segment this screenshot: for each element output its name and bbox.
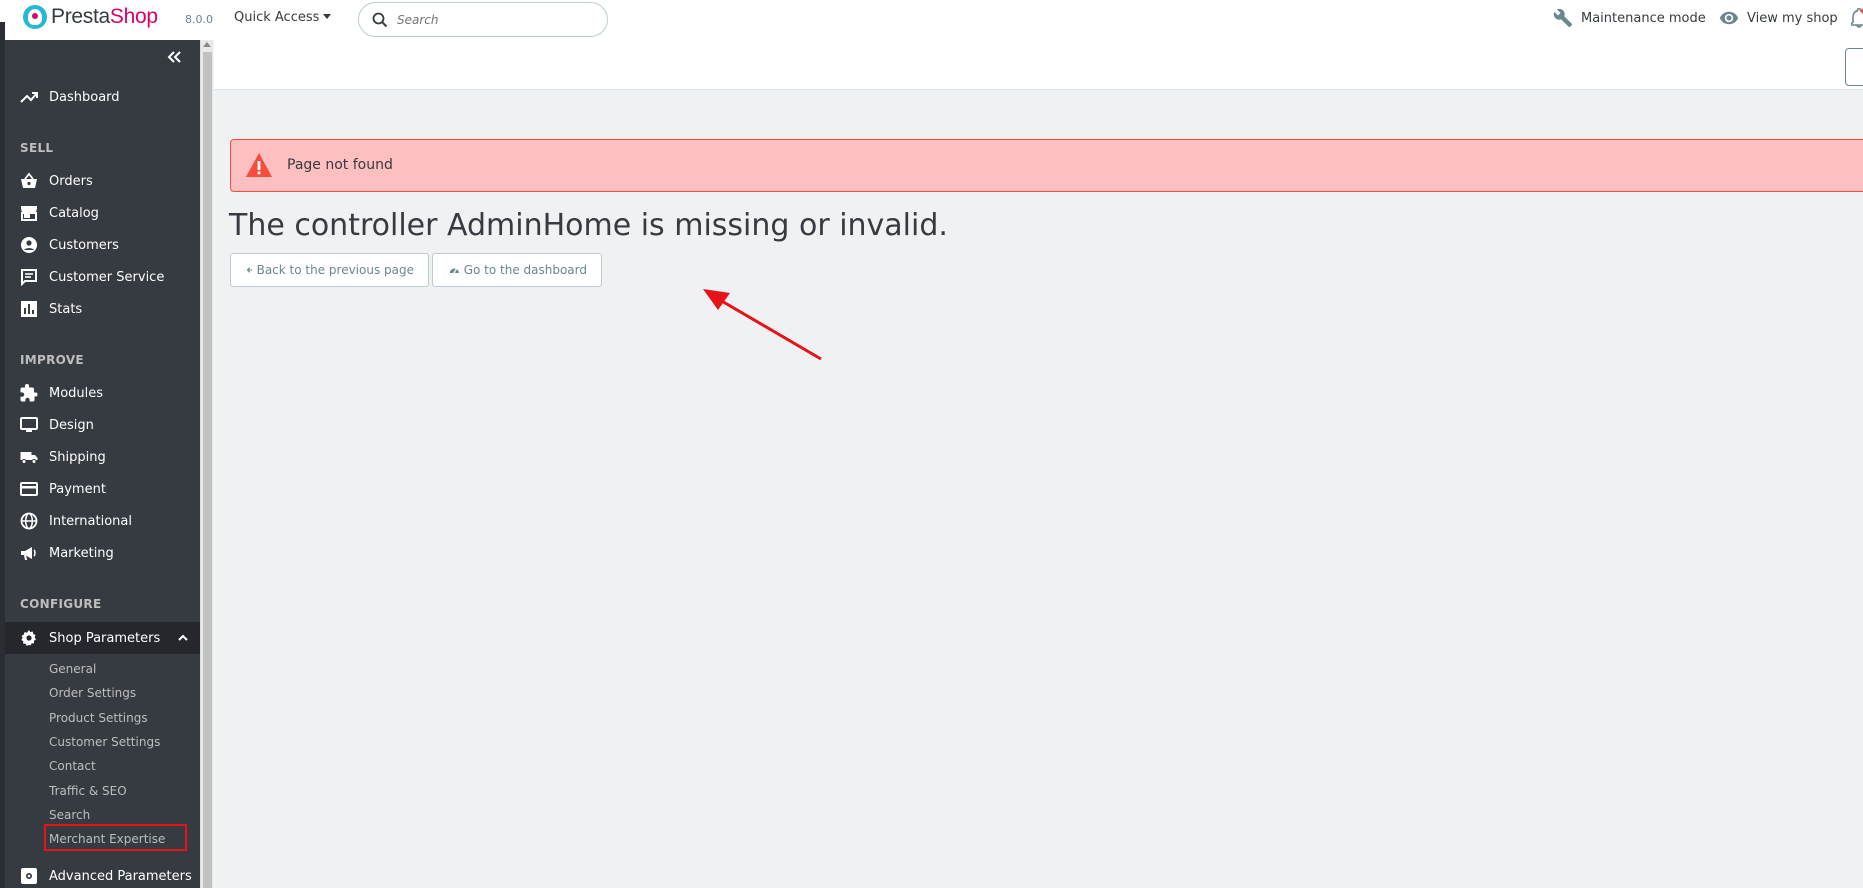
quick-access-label: Quick Access	[234, 10, 320, 25]
sidebar-item-label: Dashboard	[49, 89, 120, 105]
trending-up-icon	[20, 92, 38, 103]
basket-icon	[21, 172, 37, 188]
credit-card-icon	[20, 482, 38, 496]
account-circle-icon	[21, 237, 37, 253]
megaphone-icon	[21, 547, 36, 560]
settings-applications-icon	[21, 868, 37, 884]
sidebar-item-customer-service[interactable]: Customer Service	[5, 262, 200, 292]
section-title-configure: CONFIGURE	[20, 597, 102, 611]
sidebar-item-label: Catalog	[49, 205, 99, 221]
sidebar-item-orders[interactable]: Orders	[5, 166, 200, 196]
sidebar: Dashboard SELL Orders Catalog Customers …	[5, 40, 200, 888]
puffin-logo-icon	[23, 5, 47, 29]
prestashop-logo[interactable]: PrestaShop	[23, 5, 158, 29]
error-title: The controller AdminHome is missing or i…	[229, 208, 948, 243]
logo-text-presta: Presta	[51, 5, 110, 28]
sidebar-item-label: Marketing	[49, 545, 114, 561]
sidebar-item-modules[interactable]: Modules	[5, 378, 200, 408]
sidebar-item-international[interactable]: International	[5, 506, 200, 536]
error-alert: Page not found	[230, 139, 1863, 192]
notifications-bell-icon[interactable]	[1851, 8, 1863, 28]
sidebar-item-stats[interactable]: Stats	[5, 294, 200, 324]
sidebar-item-label: Stats	[49, 301, 83, 317]
arrow-left-icon	[247, 267, 253, 273]
submenu-item-general[interactable]: General	[49, 662, 96, 676]
sidebar-item-label: Design	[49, 417, 94, 433]
section-title-improve: IMPROVE	[20, 353, 84, 367]
sidebar-item-payment[interactable]: Payment	[5, 474, 200, 504]
view-my-shop-label: View my shop	[1747, 10, 1838, 26]
store-icon	[21, 206, 37, 221]
alert-message: Page not found	[287, 157, 393, 173]
chat-icon	[21, 269, 37, 286]
back-to-previous-page-button[interactable]: Back to the previous page	[230, 253, 429, 287]
search-input[interactable]	[397, 11, 597, 29]
sidebar-item-catalog[interactable]: Catalog	[5, 198, 200, 228]
submenu-item-contact[interactable]: Contact	[49, 759, 96, 773]
sidebar-item-dashboard[interactable]: Dashboard	[5, 82, 200, 112]
dashboard-button-label: Go to the dashboard	[463, 263, 587, 277]
sidebar-item-shop-parameters[interactable]: Shop Parameters	[5, 622, 200, 654]
page-header-toolbar	[214, 40, 1863, 90]
quick-access-dropdown[interactable]: Quick Access	[234, 10, 332, 25]
sidebar-item-label: International	[49, 513, 132, 529]
sidebar-item-label: Payment	[49, 481, 106, 497]
version-label: 8.0.0	[185, 13, 213, 26]
top-bar: PrestaShop 8.0.0 Quick Access Maintenanc…	[0, 0, 1863, 40]
submenu-item-search[interactable]: Search	[49, 808, 90, 822]
sidebar-item-label: Modules	[49, 385, 104, 401]
maintenance-mode-link[interactable]: Maintenance mode	[1553, 8, 1706, 28]
search-box[interactable]	[358, 2, 608, 37]
sidebar-item-customers[interactable]: Customers	[5, 230, 200, 260]
header-toolbar-button[interactable]	[1845, 48, 1863, 86]
logo-text-shop: Shop	[109, 5, 158, 28]
sidebar-item-marketing[interactable]: Marketing	[5, 538, 200, 568]
sidebar-item-design[interactable]: Design	[5, 410, 200, 440]
puzzle-icon	[20, 384, 38, 402]
submenu-item-product-settings[interactable]: Product Settings	[49, 711, 148, 725]
sidebar-item-shipping[interactable]: Shipping	[5, 442, 200, 472]
chevron-up-icon	[178, 634, 188, 641]
maintenance-mode-label: Maintenance mode	[1581, 10, 1706, 26]
warning-icon	[246, 153, 272, 177]
sidebar-item-label: Customers	[49, 237, 119, 253]
scroll-up-arrow-icon[interactable]	[203, 42, 211, 47]
eye-icon	[1719, 11, 1739, 25]
sidebar-item-advanced-parameters[interactable]: Advanced Parameters	[5, 864, 200, 888]
submenu-item-order-settings[interactable]: Order Settings	[49, 686, 136, 700]
go-to-dashboard-button[interactable]: Go to the dashboard	[432, 253, 602, 287]
sidebar-scrollbar-thumb[interactable]	[203, 52, 212, 888]
section-title-sell: SELL	[20, 141, 54, 155]
logo-text: PrestaShop	[51, 5, 158, 29]
search-icon[interactable]	[372, 12, 388, 28]
sidebar-item-label: Advanced Parameters	[49, 868, 192, 884]
globe-icon	[20, 512, 38, 530]
view-my-shop-link[interactable]: View my shop	[1719, 8, 1838, 28]
gear-icon	[21, 630, 36, 646]
annotation-arrow-icon	[703, 289, 822, 361]
sidebar-item-label: Customer Service	[49, 269, 165, 285]
collapse-sidebar-icon[interactable]	[165, 48, 185, 66]
bar-chart-icon	[21, 301, 37, 317]
tachometer-icon	[449, 268, 459, 274]
wrench-icon	[1553, 8, 1573, 28]
submenu-item-customer-settings[interactable]: Customer Settings	[49, 735, 160, 749]
sidebar-item-label: Shipping	[49, 449, 106, 465]
truck-icon	[20, 452, 38, 464]
back-button-label: Back to the previous page	[256, 263, 414, 277]
submenu-item-traffic-seo[interactable]: Traffic & SEO	[49, 784, 127, 798]
sidebar-item-label: Orders	[49, 173, 93, 189]
caret-down-icon	[323, 14, 332, 19]
highlight-box-merchant-expertise	[44, 824, 187, 851]
sidebar-item-label: Shop Parameters	[49, 630, 161, 646]
desktop-icon	[20, 417, 38, 432]
